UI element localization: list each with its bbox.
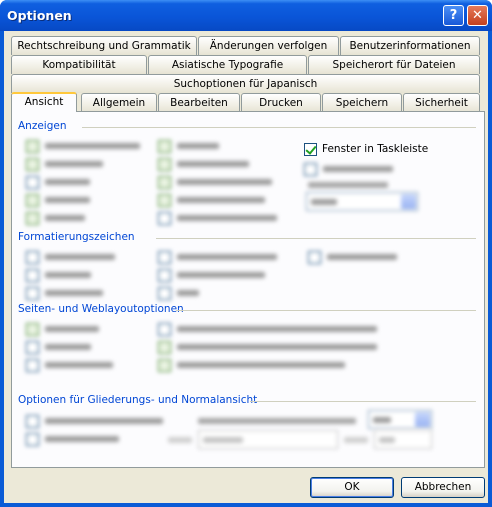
tab-speichern[interactable]: Speichern bbox=[322, 93, 402, 112]
section-divider bbox=[250, 401, 476, 402]
blurred-option[interactable] bbox=[26, 414, 163, 428]
fenster-in-taskleiste-checkbox[interactable] bbox=[304, 142, 317, 156]
fenster-in-taskleiste-label: Fenster in Taskleiste bbox=[322, 143, 429, 155]
section-formatierungszeichen: Formatierungszeichen bbox=[18, 231, 476, 243]
blurred-option[interactable] bbox=[26, 250, 115, 264]
tab-benutzerinformationen[interactable]: Benutzerinformationen bbox=[340, 36, 480, 55]
blurred-option[interactable] bbox=[26, 268, 91, 282]
dialog-client-area: Rechtschreibung und Grammatik Änderungen… bbox=[4, 31, 488, 503]
blurred-option[interactable] bbox=[304, 162, 393, 176]
tab-speicherort[interactable]: Speicherort für Dateien bbox=[308, 55, 480, 74]
blurred-option[interactable] bbox=[308, 250, 397, 264]
section-gliederung: Optionen für Gliederungs- und Normalansi… bbox=[18, 394, 476, 406]
ok-button[interactable]: OK bbox=[310, 477, 394, 498]
tab-bearbeiten[interactable]: Bearbeiten bbox=[158, 93, 240, 112]
tab-rechtschreibung[interactable]: Rechtschreibung und Grammatik bbox=[11, 36, 197, 55]
tab-sicherheit[interactable]: Sicherheit bbox=[403, 93, 480, 112]
cancel-button[interactable]: Abbrechen bbox=[401, 477, 485, 498]
blurred-field[interactable] bbox=[374, 430, 432, 449]
blurred-option[interactable] bbox=[26, 322, 99, 336]
blurred-label bbox=[308, 182, 388, 188]
blurred-option[interactable] bbox=[158, 211, 277, 225]
section-anzeigen: Anzeigen bbox=[18, 120, 476, 132]
blurred-option[interactable] bbox=[26, 286, 103, 300]
tab-allgemein[interactable]: Allgemein bbox=[81, 93, 157, 112]
section-anzeigen-title: Anzeigen bbox=[18, 120, 67, 132]
section-divider bbox=[156, 238, 476, 239]
blurred-option[interactable] bbox=[26, 340, 91, 354]
blurred-option[interactable] bbox=[26, 358, 113, 372]
close-icon[interactable]: ✕ bbox=[467, 5, 488, 26]
blurred-option[interactable] bbox=[158, 340, 377, 354]
blurred-label bbox=[198, 418, 356, 424]
tab-ansicht[interactable]: Ansicht bbox=[11, 92, 77, 112]
blurred-option[interactable] bbox=[158, 193, 265, 207]
tab-suchoptionen-japanisch[interactable]: Suchoptionen für Japanisch bbox=[11, 74, 480, 93]
ansicht-panel: Anzeigen Fenster in Taskleiste Formatier… bbox=[11, 111, 485, 468]
blurred-label bbox=[344, 437, 368, 443]
tab-kompatibilitaet[interactable]: Kompatibilität bbox=[11, 55, 147, 74]
blurred-option[interactable] bbox=[26, 175, 90, 189]
blurred-option[interactable] bbox=[158, 175, 272, 189]
fenster-in-taskleiste-option[interactable]: Fenster in Taskleiste bbox=[304, 142, 428, 156]
blurred-option[interactable] bbox=[26, 157, 103, 171]
section-gliederung-title: Optionen für Gliederungs- und Normalansi… bbox=[18, 394, 258, 406]
blurred-option[interactable] bbox=[26, 211, 85, 225]
section-divider bbox=[82, 127, 476, 128]
tab-drucken[interactable]: Drucken bbox=[241, 93, 321, 112]
title-bar[interactable]: Optionen ? ✕ bbox=[0, 0, 492, 31]
blurred-option[interactable] bbox=[158, 139, 219, 153]
blurred-option[interactable] bbox=[158, 286, 199, 300]
blurred-option[interactable] bbox=[158, 157, 249, 171]
section-divider bbox=[176, 310, 476, 311]
blurred-option[interactable] bbox=[26, 193, 90, 207]
section-formatierungszeichen-title: Formatierungszeichen bbox=[18, 231, 135, 243]
blurred-label bbox=[168, 437, 192, 443]
tab-asiatische-typografie[interactable]: Asiatische Typografie bbox=[148, 55, 307, 74]
blurred-option[interactable] bbox=[26, 432, 119, 446]
tab-aenderungen[interactable]: Änderungen verfolgen bbox=[198, 36, 339, 55]
section-seiten-weblayout: Seiten- und Weblayoutoptionen bbox=[18, 303, 476, 315]
blurred-option[interactable] bbox=[158, 322, 377, 336]
section-seiten-weblayout-title: Seiten- und Weblayoutoptionen bbox=[18, 303, 184, 315]
blurred-option[interactable] bbox=[158, 250, 277, 264]
help-icon[interactable]: ? bbox=[443, 5, 464, 26]
window-title: Optionen bbox=[7, 8, 72, 23]
blurred-option[interactable] bbox=[158, 358, 345, 372]
blurred-dropdown[interactable] bbox=[368, 410, 432, 429]
blurred-dropdown[interactable] bbox=[306, 192, 418, 211]
options-dialog: Optionen ? ✕ Rechtschreibung und Grammat… bbox=[0, 0, 492, 507]
blurred-option[interactable] bbox=[26, 139, 140, 153]
blurred-field[interactable] bbox=[198, 430, 338, 449]
blurred-option[interactable] bbox=[158, 268, 265, 282]
